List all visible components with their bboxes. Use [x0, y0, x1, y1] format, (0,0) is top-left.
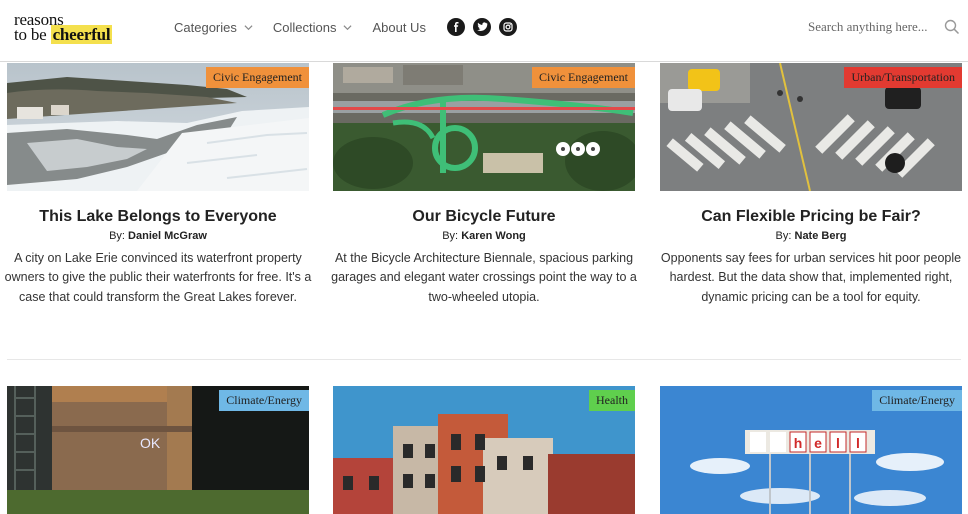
article-description: At the Bicycle Architecture Biennale, sp… — [331, 251, 637, 304]
byline-label: By: — [442, 230, 459, 242]
article-image[interactable]: Urban/Transportation — [660, 63, 962, 191]
category-tag[interactable]: Climate/Energy — [219, 390, 309, 411]
search-bar — [808, 19, 960, 35]
category-tag[interactable]: Civic Engagement — [206, 67, 309, 88]
nav-about-us-label: About Us — [372, 20, 426, 35]
author-name[interactable]: Nate Berg — [795, 230, 847, 242]
article-title[interactable]: Can Flexible Pricing be Fair? — [640, 208, 968, 226]
facebook-icon[interactable] — [447, 18, 465, 36]
search-input[interactable] — [808, 19, 940, 35]
nav-collections[interactable]: Collections — [273, 20, 353, 35]
instagram-icon[interactable] — [499, 18, 517, 36]
site-logo[interactable]: reasons to be cheerful — [14, 11, 134, 46]
site-header: reasons to be cheerful Categories Collec… — [0, 0, 968, 62]
article-title[interactable]: This Lake Belongs to Everyone — [0, 208, 329, 226]
main-nav: Categories Collections About Us — [174, 20, 446, 35]
row-divider — [7, 359, 961, 360]
article-description: Opponents say fees for urban services hi… — [660, 251, 962, 304]
chevron-down-icon — [343, 25, 352, 31]
article-title[interactable]: Our Bicycle Future — [313, 208, 655, 226]
search-icon[interactable] — [944, 19, 960, 35]
category-tag[interactable]: Health — [589, 390, 635, 411]
sign-letter: l — [856, 435, 860, 451]
graffiti-text: OK — [140, 435, 161, 451]
author-name[interactable]: Daniel McGraw — [128, 230, 207, 242]
article-byline: By: Karen Wong — [333, 230, 635, 242]
article-image[interactable]: OK Climate/Energy — [7, 386, 309, 514]
chevron-down-icon — [244, 25, 253, 31]
logo-line-2: to be cheerful — [14, 25, 134, 44]
nav-about-us[interactable]: About Us — [372, 20, 425, 35]
article-byline: By: Daniel McGraw — [7, 230, 309, 242]
category-tag[interactable]: Climate/Energy — [872, 390, 962, 411]
article-image[interactable]: h e l l Climate/Energy — [660, 386, 962, 514]
author-name[interactable]: Karen Wong — [461, 230, 526, 242]
article-byline: By: Nate Berg — [660, 230, 962, 242]
sign-letter: e — [814, 435, 822, 451]
category-tag[interactable]: Urban/Transportation — [844, 67, 962, 88]
article-image[interactable]: Civic Engagement — [7, 63, 309, 191]
logo-prefix: to be — [14, 25, 51, 44]
nav-collections-label: Collections — [272, 20, 337, 35]
byline-label: By: — [775, 230, 792, 242]
sign-letter: h — [794, 435, 803, 451]
logo-highlight: cheerful — [50, 25, 113, 44]
twitter-icon[interactable] — [473, 18, 491, 36]
article-image[interactable]: Health — [333, 386, 635, 514]
byline-label: By: — [109, 230, 125, 242]
social-links — [447, 18, 525, 36]
category-tag[interactable]: Civic Engagement — [532, 67, 635, 88]
article-image[interactable]: Civic Engagement — [333, 63, 635, 191]
nav-categories[interactable]: Categories — [174, 20, 253, 35]
article-description: A city on Lake Erie convinced its waterf… — [4, 251, 312, 304]
nav-categories-label: Categories — [174, 20, 237, 35]
sign-letter: l — [836, 435, 840, 451]
